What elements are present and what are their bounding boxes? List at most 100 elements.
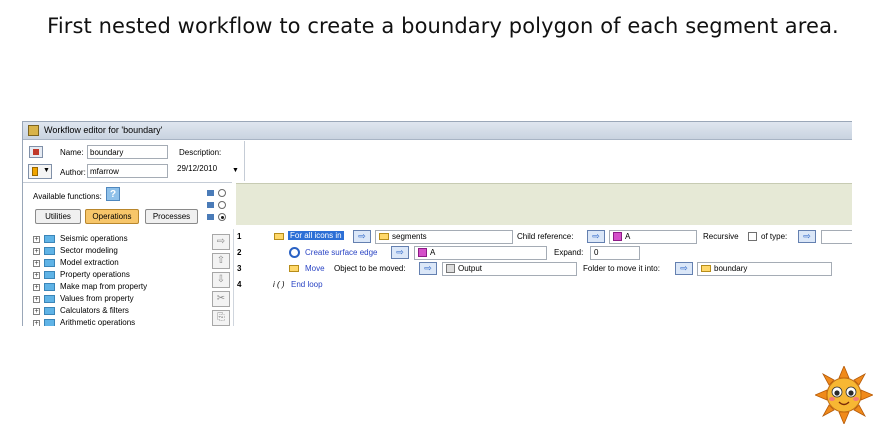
insert-arrow-button[interactable]: ⇨ [212,234,230,250]
for-all-icons-keyword[interactable]: For all icons in [288,231,344,240]
workflow-info-panel [236,183,852,225]
tree-item-label: Values from property [60,294,134,303]
tab-utilities[interactable]: Utilities [35,209,81,224]
workflow-row-4[interactable]: 4 i ( ) End loop [234,277,852,293]
row-number: 4 [237,280,242,289]
folder-icon [44,235,55,243]
expand-icon[interactable]: + [33,272,40,279]
cut-button[interactable]: ✂ [212,291,230,307]
folder-icon [701,265,711,273]
reference-icon [418,248,427,258]
view-mode-option-2[interactable] [207,200,229,210]
copy-button[interactable]: ⎘ [212,310,230,326]
tree-item-label: Property operations [60,270,130,279]
move-down-button[interactable]: ⇩ [212,272,230,288]
workflow-row-1[interactable]: 1 For all icons in ⇨ segments Child refe… [234,229,852,245]
header-divider [244,141,245,181]
drop-arrow-button[interactable]: ⇨ [391,246,409,259]
drop-arrow-button[interactable]: ⇨ [353,230,371,243]
help-icon[interactable]: ? [106,187,120,201]
recursive-label: Recursive [703,232,739,241]
expand-icon[interactable]: + [33,248,40,255]
folder-icon [44,307,55,315]
window-title: Workflow editor for 'boundary' [44,125,163,135]
loop-input-value: segments [392,232,427,241]
workflow-row-3[interactable]: 3 Move Object to be moved: ⇨ Output Fold… [234,261,852,277]
end-loop-keyword[interactable]: End loop [291,280,323,289]
available-functions-label: Available functions: [33,192,102,201]
expand-icon[interactable]: + [33,296,40,303]
dropdown-arrow-icon: ▼ [43,167,50,174]
expand-icon[interactable]: + [33,260,40,267]
folder-field[interactable]: boundary [697,262,832,276]
tree-item-property-operations[interactable]: + Property operations [23,270,213,282]
loop-input-field[interactable]: segments [375,230,513,244]
author-field[interactable]: mfarrow [87,164,168,178]
radio-button-selected[interactable] [218,213,226,221]
row-number: 2 [237,248,242,257]
expand-icon[interactable]: + [33,284,40,291]
expand-label: Expand: [554,248,584,257]
child-reference-label: Child reference: [517,232,574,241]
type-field[interactable] [821,230,852,244]
tree-item-make-map-from-property[interactable]: + Make map from property [23,282,213,294]
object-to-be-moved-label: Object to be moved: [334,264,406,273]
tree-item-calculators-filters[interactable]: + Calculators & filters [23,306,213,318]
color-swatch-icon [32,167,38,176]
tab-operations[interactable]: Operations [85,209,139,224]
tree-item-label: Model extraction [60,258,119,267]
slide-title: First nested workflow to create a bounda… [47,14,839,38]
type-arrow-button[interactable]: ⇨ [798,230,816,243]
tree-item-label: Calculators & filters [60,306,129,315]
workflow-editor-window: Workflow editor for 'boundary' ▼ Name: b… [22,121,852,326]
folder-arrow-button[interactable]: ⇨ [675,262,693,275]
tree-item-values-from-property[interactable]: + Values from property [23,294,213,306]
folder-value: boundary [714,264,748,273]
surface-input-field[interactable]: A [414,246,547,260]
radio-button[interactable] [218,189,226,197]
tree-item-arithmetic-operations[interactable]: + Arithmetic operations [23,318,213,326]
move-folder-icon [289,265,299,272]
view-mode-option-1[interactable] [207,188,229,198]
folder-to-move-into-label: Folder to move it into: [583,264,660,273]
function-tree: + Seismic operations + Sector modeling + Mo… [23,234,213,326]
folder-icon [44,295,55,303]
create-surface-edge-keyword[interactable]: Create surface edge [305,248,378,257]
object-value: Output [458,264,483,273]
tree-item-seismic-operations[interactable]: + Seismic operations [23,234,213,246]
object-arrow-button[interactable]: ⇨ [419,262,437,275]
object-field[interactable]: Output [442,262,577,276]
child-reference-value: A [625,232,631,241]
radio-button[interactable] [218,201,226,209]
child-reference-arrow-button[interactable]: ⇨ [587,230,605,243]
tree-item-model-extraction[interactable]: + Model extraction [23,258,213,270]
tree-item-label: Seismic operations [60,234,128,243]
folder-icon [379,233,389,241]
child-reference-field[interactable]: A [609,230,697,244]
workflow-row-2[interactable]: 2 Create surface edge ⇨ A Expand: 0 [234,245,852,261]
description-label: Description: [179,148,222,157]
tree-item-label: Arithmetic operations [60,318,136,326]
name-field[interactable]: boundary [87,145,168,159]
workflow-grid: 1 For all icons in ⇨ segments Child refe… [233,229,852,326]
folder-icon [44,283,55,291]
functions-panel: Available functions: ? Utilities Operati… [23,182,232,326]
recursive-checkbox[interactable] [748,232,757,241]
surface-edge-icon [289,247,300,258]
reference-icon [613,232,622,242]
workflow-type-icon[interactable] [29,146,43,158]
expand-icon[interactable]: + [33,308,40,315]
date-dropdown-icon[interactable]: ▼ [232,167,239,174]
expand-icon[interactable]: + [33,236,40,243]
tab-processes[interactable]: Processes [145,209,198,224]
author-label: Author: [60,168,86,177]
view-mode-option-3[interactable] [207,212,229,222]
workflow-icon [28,125,39,136]
tree-item-sector-modeling[interactable]: + Sector modeling [23,246,213,258]
folder-icon [44,259,55,267]
move-up-button[interactable]: ⇧ [212,253,230,269]
expand-icon[interactable]: + [33,320,40,326]
move-keyword[interactable]: Move [305,264,325,273]
expand-field[interactable]: 0 [590,246,640,260]
color-picker-button[interactable]: ▼ [28,164,52,179]
